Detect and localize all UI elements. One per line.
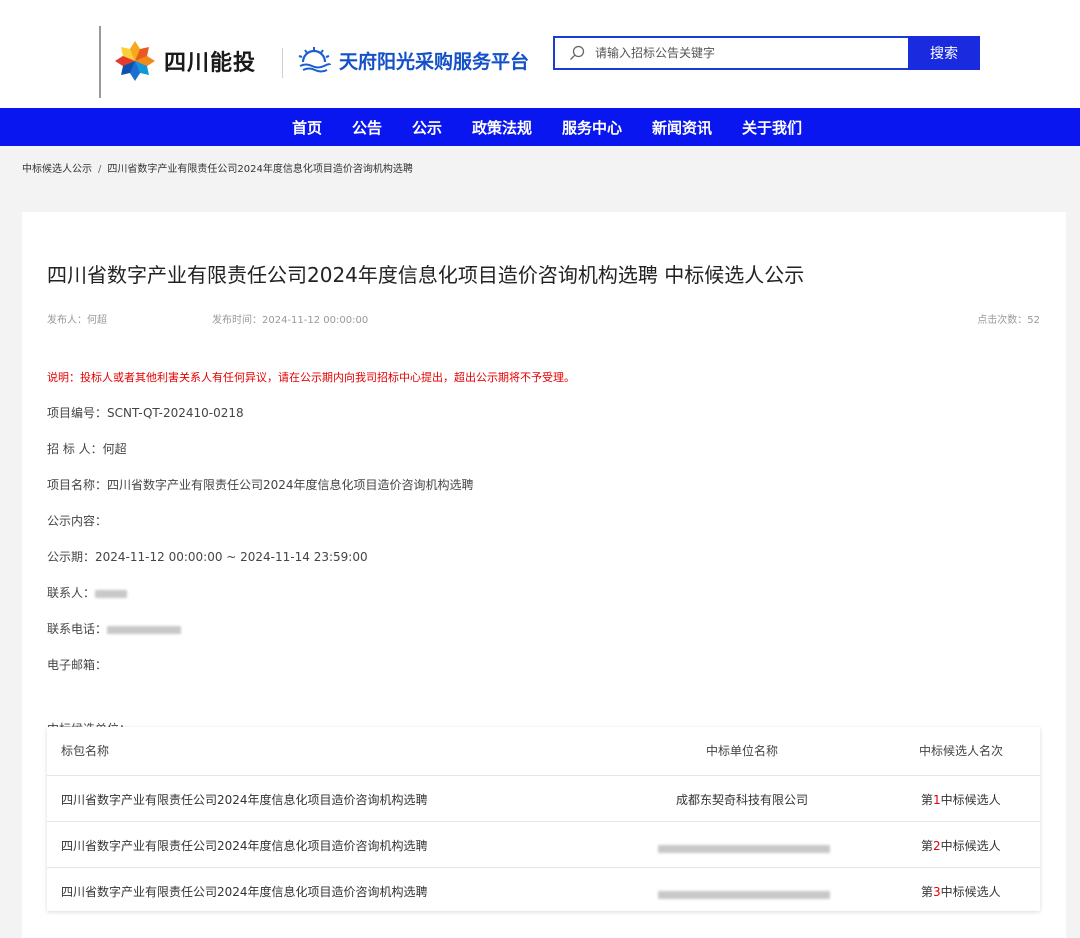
redacted-company-name <box>658 844 830 853</box>
brand-name-sichuan-energy: 四川能投 <box>164 51 257 76</box>
nav-item-about[interactable]: 关于我们 <box>742 117 802 138</box>
breadcrumb: 中标候选人公示 / 四川省数字产业有限责任公司2024年度信息化项目造价咨询机构选聘 <box>22 160 413 175</box>
main-nav: 首页 公告 公示 政策法规 服务中心 新闻资讯 关于我们 <box>0 108 1080 146</box>
publicity-period-value: 2024-11-12 00:00:00 ~ 2024-11-14 23:59:0… <box>95 550 368 564</box>
contact-phone-label: 联系电话： <box>47 622 108 636</box>
rank-suffix: 中标候选人 <box>940 839 1001 853</box>
sichuan-energy-logo-icon <box>115 41 155 81</box>
tenderer-label: 招 标 人： <box>47 442 103 456</box>
breadcrumb-current: 四川省数字产业有限责任公司2024年度信息化项目造价咨询机构选聘 <box>107 164 413 175</box>
package-cell: 四川省数字产业有限责任公司2024年度信息化项目造价咨询机构选聘 <box>61 793 428 807</box>
contact-person-field: 联系人： <box>47 584 128 601</box>
redacted-company-name <box>658 890 830 899</box>
project-name-label: 项目名称： <box>47 478 108 492</box>
rank-suffix: 中标候选人 <box>940 793 1001 807</box>
contact-person-label: 联系人： <box>47 586 96 600</box>
page-title: 四川省数字产业有限责任公司2024年度信息化项目造价咨询机构选聘 中标候选人公示 <box>47 263 805 287</box>
breadcrumb-parent-link[interactable]: 中标候选人公示 <box>22 164 92 175</box>
search-field-container[interactable] <box>553 36 908 70</box>
project-name-field: 项目名称：四川省数字产业有限责任公司2024年度信息化项目造价咨询机构选聘 <box>47 476 474 493</box>
email-label: 电子邮箱： <box>47 658 108 672</box>
logo-separator <box>282 48 283 78</box>
publisher-value: 何超 <box>87 315 107 326</box>
rank-number: 3 <box>933 885 941 899</box>
nav-item-home[interactable]: 首页 <box>292 117 322 138</box>
publicity-content-field: 公示内容： <box>47 512 107 529</box>
publisher-info: 发布人：何超 <box>47 311 107 326</box>
sun-wave-icon <box>298 47 331 73</box>
column-header-rank: 中标候选人名次 <box>919 744 1004 758</box>
column-header-company: 中标单位名称 <box>706 744 779 758</box>
publicity-content-label: 公示内容： <box>47 514 108 528</box>
project-name-value: 四川省数字产业有限责任公司2024年度信息化项目造价咨询机构选聘 <box>107 478 474 492</box>
rank-suffix: 中标候选人 <box>940 885 1001 899</box>
publisher-label: 发布人： <box>47 315 87 326</box>
article-card: 四川省数字产业有限责任公司2024年度信息化项目造价咨询机构选聘 中标候选人公示… <box>22 212 1066 938</box>
rank-number: 2 <box>933 839 941 853</box>
click-count-info: 点击次数：52 <box>977 311 1040 326</box>
candidates-table: 标包名称 中标单位名称 中标候选人名次 四川省数字产业有限责任公司2024年度信… <box>47 727 1040 911</box>
header-divider <box>99 26 101 98</box>
rank-prefix: 第 <box>921 839 934 853</box>
objection-notice: 说明：投标人或者其他利害关系人有任何异议，请在公示期内向我司招标中心提出，超出公… <box>47 371 575 384</box>
nav-item-publicity[interactable]: 公示 <box>412 117 442 138</box>
search-bar: 搜索 <box>553 36 980 70</box>
company-cell-redacted <box>658 841 830 855</box>
brand-name-tianfu-platform: 天府阳光采购服务平台 <box>339 50 530 73</box>
package-cell: 四川省数字产业有限责任公司2024年度信息化项目造价咨询机构选聘 <box>61 839 428 853</box>
publish-time-info: 发布时间：2024-11-12 00:00:00 <box>212 311 368 326</box>
tenderer-value: 何超 <box>102 442 127 456</box>
project-number-label: 项目编号： <box>47 406 108 420</box>
table-header: 标包名称 中标单位名称 中标候选人名次 <box>47 727 1040 775</box>
sichuan-energy-logo[interactable]: 四川能投 <box>114 40 256 82</box>
rank-prefix: 第 <box>921 793 934 807</box>
nav-item-news[interactable]: 新闻资讯 <box>652 117 712 138</box>
publish-time-label: 发布时间： <box>212 315 262 326</box>
breadcrumb-separator: / <box>98 164 102 175</box>
rank-cell: 第3中标候选人 <box>921 883 1001 900</box>
contact-phone-field: 联系电话： <box>47 620 182 637</box>
tianfu-platform-logo[interactable]: 天府阳光采购服务平台 <box>297 45 529 75</box>
table-row: 四川省数字产业有限责任公司2024年度信息化项目造价咨询机构选聘 成都东契奇科技… <box>47 775 1040 821</box>
project-number-value: SCNT-QT-202410-0218 <box>107 406 244 420</box>
company-cell-redacted <box>658 887 830 901</box>
nav-item-announcements[interactable]: 公告 <box>352 117 382 138</box>
package-cell: 四川省数字产业有限责任公司2024年度信息化项目造价咨询机构选聘 <box>61 885 428 899</box>
publish-time-value: 2024-11-12 00:00:00 <box>262 315 369 326</box>
nav-item-policies[interactable]: 政策法规 <box>472 117 532 138</box>
rank-cell: 第2中标候选人 <box>921 837 1001 854</box>
click-count-value: 52 <box>1027 315 1040 326</box>
tenderer-field: 招 标 人：何超 <box>47 440 127 457</box>
search-button[interactable]: 搜索 <box>908 36 980 70</box>
site-header: 四川能投 天府阳光采购服务平台 搜索 <box>0 0 1080 108</box>
email-field: 电子邮箱： <box>47 656 107 673</box>
rank-cell: 第1中标候选人 <box>921 791 1001 808</box>
publicity-period-field: 公示期：2024-11-12 00:00:00 ~ 2024-11-14 23:… <box>47 548 368 565</box>
column-header-package: 标包名称 <box>61 744 110 758</box>
project-number-field: 项目编号：SCNT-QT-202410-0218 <box>47 404 244 421</box>
table-row: 四川省数字产业有限责任公司2024年度信息化项目造价咨询机构选聘 第3中标候选人 <box>47 867 1040 913</box>
contact-person-redacted <box>95 589 128 598</box>
contact-phone-redacted <box>107 625 182 634</box>
search-icon <box>570 45 585 60</box>
rank-prefix: 第 <box>921 885 934 899</box>
nav-item-service-center[interactable]: 服务中心 <box>562 117 622 138</box>
company-cell: 成都东契奇科技有限公司 <box>676 793 809 807</box>
rank-number: 1 <box>933 793 941 807</box>
publicity-period-label: 公示期： <box>47 550 96 564</box>
search-input[interactable] <box>593 45 877 61</box>
table-row: 四川省数字产业有限责任公司2024年度信息化项目造价咨询机构选聘 第2中标候选人 <box>47 821 1040 867</box>
click-count-label: 点击次数： <box>977 315 1028 326</box>
